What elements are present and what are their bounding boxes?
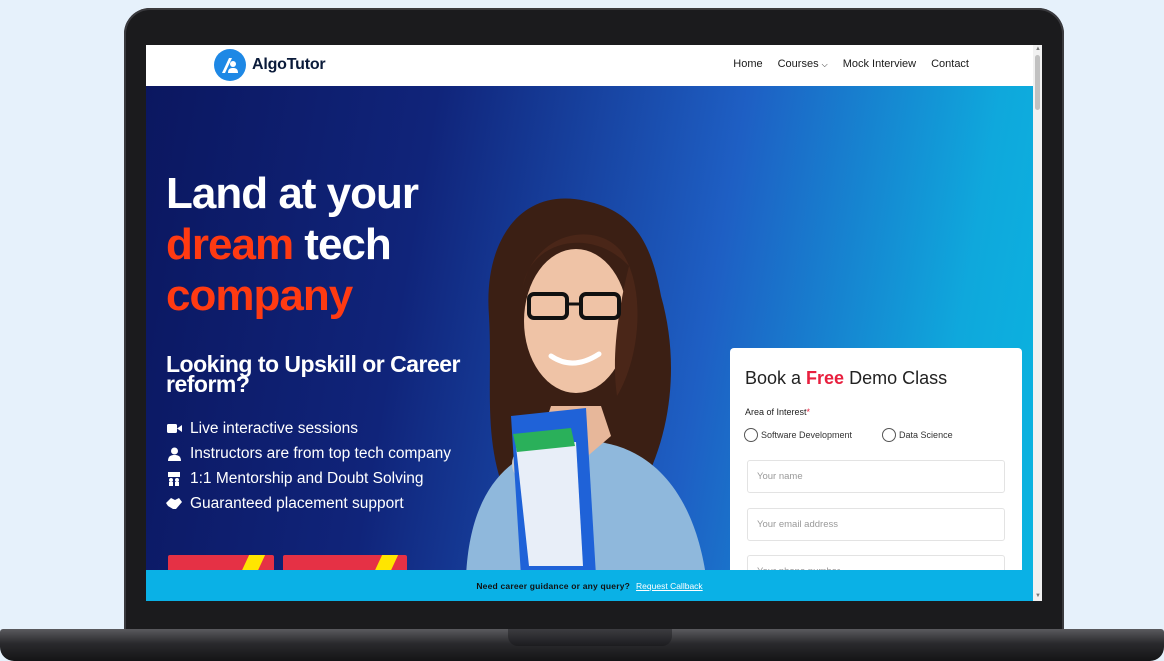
handshake-icon <box>166 497 182 510</box>
feature-item: 1:1 Mentorship and Doubt Solving <box>166 466 451 491</box>
name-field[interactable]: Your name <box>747 460 1005 493</box>
scroll-thumb[interactable] <box>1035 55 1040 110</box>
demo-class-form: Book a Free Demo Class Area of Interest*… <box>730 348 1022 576</box>
user-icon <box>166 447 182 461</box>
scroll-down-arrow-icon[interactable]: ▼ <box>1035 593 1041 599</box>
radio-data-science[interactable]: Data Science <box>882 428 953 442</box>
video-camera-icon <box>166 423 182 434</box>
chevron-down-icon: ⌵ <box>821 60 828 69</box>
form-title: Book a Free Demo Class <box>745 368 948 388</box>
brand-name: AlgoTutor <box>252 56 326 73</box>
page-scrollbar[interactable]: ▲ ▼ <box>1033 45 1042 601</box>
interest-options: Software Development Data Science <box>744 428 953 442</box>
nav-home[interactable]: Home <box>733 58 762 70</box>
mentor-icon <box>166 471 182 486</box>
callback-bar-text: Need career guidance or any query? <box>476 580 631 591</box>
nav-menu: Home Courses ⌵ Mock Interview Contact <box>733 58 969 70</box>
feature-list: Live interactive sessions Instructors ar… <box>166 416 451 516</box>
laptop-notch <box>508 629 672 646</box>
top-navbar: AlgoTutor Home Courses ⌵ Mock Interview … <box>146 45 1033 86</box>
radio-software-development[interactable]: Software Development <box>744 428 852 442</box>
radio-circle[interactable] <box>744 428 758 442</box>
callback-bar: Need career guidance or any query? Reque… <box>146 570 1033 601</box>
feature-item: Guaranteed placement support <box>166 491 451 516</box>
radio-circle[interactable] <box>882 428 897 442</box>
nav-contact[interactable]: Contact <box>931 58 969 70</box>
logo-icon <box>214 49 246 81</box>
area-of-interest-label: Area of Interest* <box>745 407 811 417</box>
brand-logo[interactable]: AlgoTutor <box>214 49 326 81</box>
email-field[interactable]: Your email address <box>747 508 1005 541</box>
hero-section: Land at your dream tech company Looking … <box>146 86 1033 576</box>
browser-screen: Land at your dream tech company Looking … <box>146 45 1042 601</box>
feature-item: Instructors are from top tech company <box>166 441 451 466</box>
scroll-up-arrow-icon[interactable]: ▲ <box>1035 46 1041 52</box>
feature-item: Live interactive sessions <box>166 416 451 441</box>
request-callback-link[interactable]: Request Callback <box>636 581 703 591</box>
nav-courses[interactable]: Courses ⌵ <box>778 58 828 70</box>
nav-mock-interview[interactable]: Mock Interview <box>843 58 916 70</box>
